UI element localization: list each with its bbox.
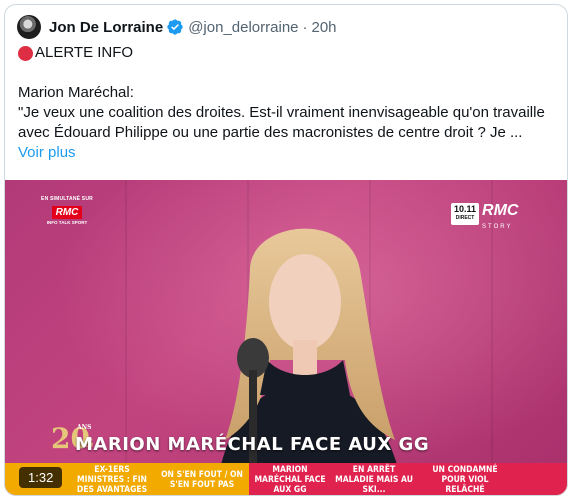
ticker-item: ON S'EN FOUT / ON S'EN FOUT PAS [155, 463, 249, 495]
ticker-item: MARION MARÉCHAL FACE AUX GG [249, 463, 331, 495]
rmc-simulcast-logo: EN SIMULTANÉ SUR RMC INFO TALK SPORT [41, 196, 93, 225]
ticker-item: UN CONDAMNÉ POUR VIOL RELÂCHÉ [417, 463, 513, 495]
channel-number: 10.11 [454, 204, 477, 214]
lower-third-title: MARION MARÉCHAL FACE AUX GG [75, 433, 430, 455]
timestamp[interactable]: 20h [312, 19, 337, 36]
tweet-line-1: Marion Maréchal: [18, 84, 134, 101]
rmc-left-badge: RMC [51, 206, 83, 219]
author-name[interactable]: Jon De Lorraine [49, 19, 163, 36]
ticker-item: EX-1ERS MINISTRES : FIN DES AVANTAGES [69, 463, 155, 495]
channel-number-box: 10.11 DIRECT [451, 203, 480, 225]
tweet-text: ALERTE INFO Marion Maréchal: "Je veux un… [18, 43, 558, 163]
tweet-card[interactable]: Jon De Lorraine @jon_delorraine · 20h AL… [4, 4, 568, 496]
alert-line: ALERTE INFO [18, 43, 558, 63]
ticker-item: EN ARRÊT MALADIE MAIS AU SKI... [331, 463, 417, 495]
rmc-left-bottom-text: INFO TALK SPORT [46, 220, 88, 225]
author-handle[interactable]: @jon_delorraine [188, 19, 298, 36]
tweet-header: Jon De Lorraine @jon_delorraine · 20h [17, 15, 337, 39]
tweet-line-3: avec Édouard Philippe ou une partie des … [18, 124, 523, 141]
rmc-story-brand: RMC STORY [482, 203, 518, 235]
video-player[interactable]: EN SIMULTANÉ SUR RMC INFO TALK SPORT 10.… [5, 180, 567, 495]
rmc-left-top-text: EN SIMULTANÉ SUR [41, 196, 93, 202]
verified-badge-icon [167, 19, 183, 35]
red-circle-icon [18, 45, 33, 61]
rmc-brand-sub: STORY [482, 224, 513, 230]
lower-third: MARION MARÉCHAL FACE AUX GG [75, 429, 429, 459]
video-timer: 1:32 [19, 467, 63, 488]
alert-text: ALERTE INFO [35, 44, 134, 61]
channel-direct: DIRECT [455, 215, 475, 221]
avatar[interactable] [17, 15, 41, 39]
show-more-link[interactable]: Voir plus [18, 143, 558, 163]
rmc-brand-text: RMC [482, 202, 519, 219]
tweet-line-2: "Je veux une coalition des droites. Est-… [18, 104, 545, 121]
separator: · [302, 18, 308, 36]
rmc-story-logo: 10.11 DIRECT RMC STORY [451, 203, 518, 235]
news-ticker: EX-1ERS MINISTRES : FIN DES AVANTAGES ON… [5, 463, 567, 495]
